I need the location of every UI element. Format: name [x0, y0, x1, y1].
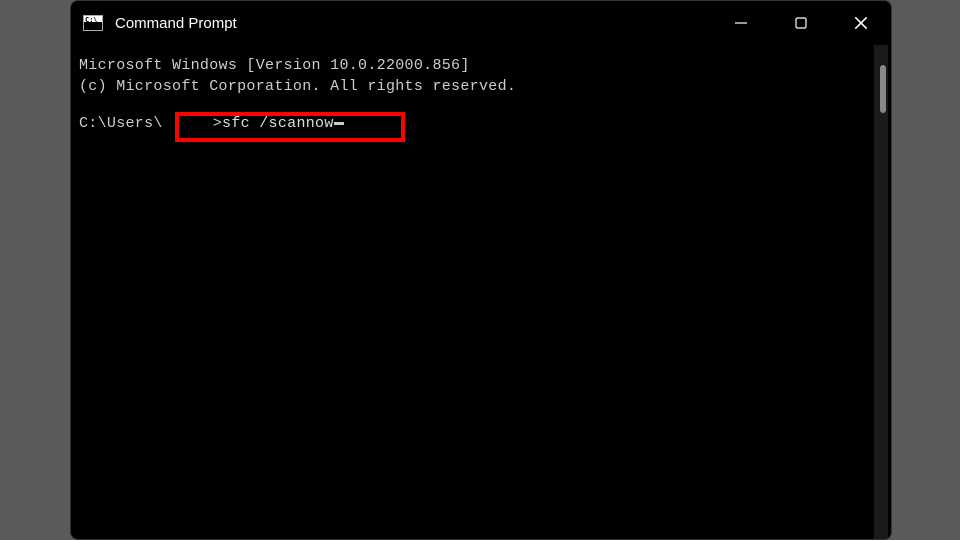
prompt-line: C:\Users\ >sfc /scannow — [79, 113, 883, 134]
titlebar[interactable]: Command Prompt — [71, 1, 891, 45]
minimize-button[interactable] — [711, 1, 771, 45]
scrollbar-thumb[interactable] — [880, 65, 886, 113]
terminal-output[interactable]: Microsoft Windows [Version 10.0.22000.85… — [71, 45, 891, 539]
prompt-path: C:\Users\ — [79, 113, 163, 134]
scrollbar-track[interactable] — [874, 45, 888, 539]
command-prompt-icon — [83, 15, 103, 31]
maximize-icon — [794, 16, 808, 30]
command-prompt-window: Command Prompt Microsoft Windows [Versio… — [70, 0, 892, 540]
maximize-button[interactable] — [771, 1, 831, 45]
close-icon — [853, 15, 869, 31]
text-cursor — [334, 122, 344, 125]
close-button[interactable] — [831, 1, 891, 45]
minimize-icon — [734, 16, 748, 30]
window-title: Command Prompt — [115, 15, 711, 32]
copyright-line: (c) Microsoft Corporation. All rights re… — [79, 76, 883, 97]
redacted-username — [163, 113, 213, 134]
prompt-suffix: > — [213, 113, 222, 134]
command-input[interactable]: sfc /scannow — [222, 113, 334, 134]
window-controls — [711, 1, 891, 45]
version-line: Microsoft Windows [Version 10.0.22000.85… — [79, 55, 883, 76]
